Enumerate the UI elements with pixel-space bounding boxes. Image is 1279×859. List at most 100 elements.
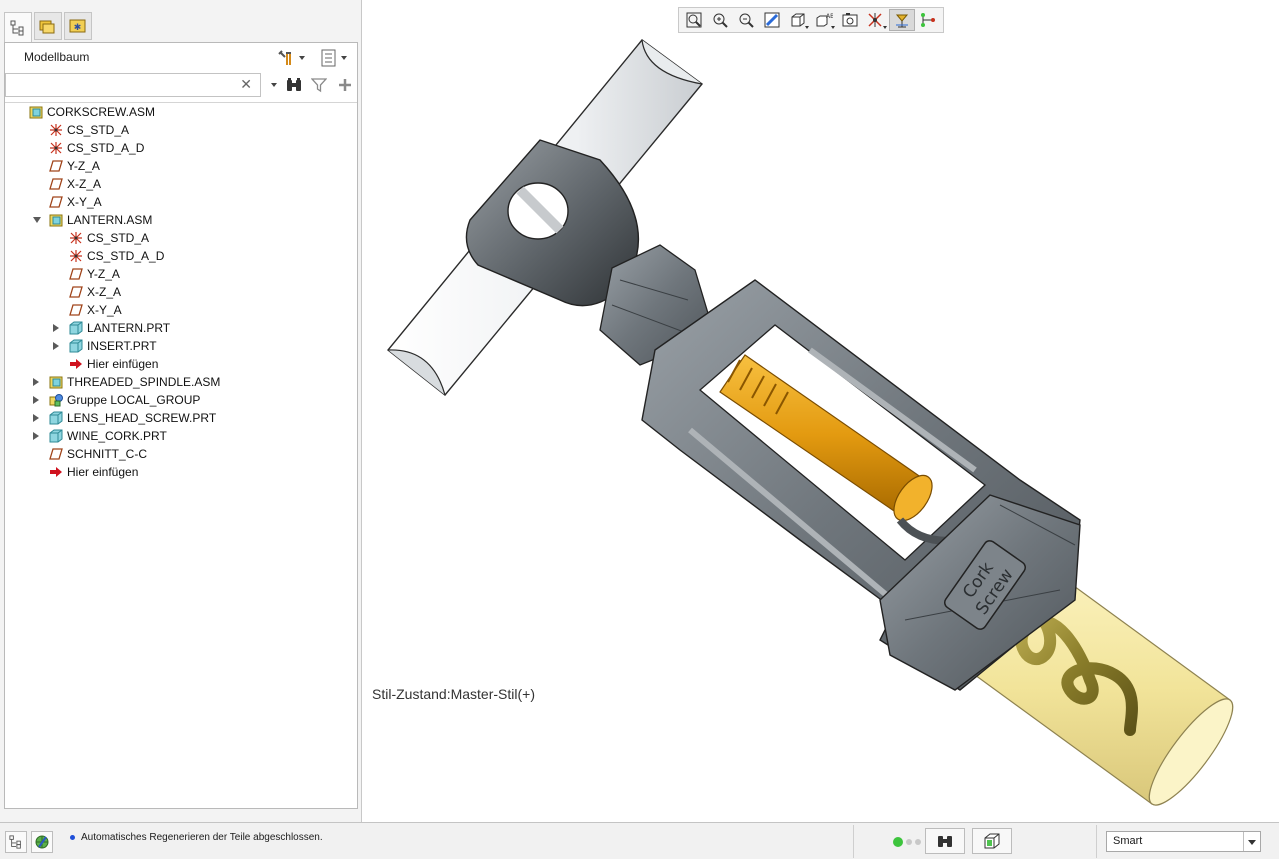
tree-item[interactable]: X-Y_A bbox=[5, 301, 357, 319]
tree-item-label: Gruppe LOCAL_GROUP bbox=[67, 393, 201, 407]
search-history-dropdown[interactable] bbox=[271, 83, 277, 87]
tree-item[interactable]: Y-Z_A bbox=[5, 265, 357, 283]
expand-arrow-icon[interactable] bbox=[33, 217, 41, 223]
collapse-arrow-icon[interactable] bbox=[33, 414, 39, 422]
chevron-down-icon bbox=[1243, 832, 1260, 851]
model-tree-list: CORKSCREW.ASM CS_STD_A CS_STD_A_D Y-Z_A X-Z_… bbox=[5, 103, 357, 481]
tree-item[interactable]: THREADED_SPINDLE.ASM bbox=[5, 373, 357, 391]
tree-item-label: CS_STD_A bbox=[67, 123, 130, 137]
datum-plane-icon bbox=[49, 159, 63, 173]
collapse-arrow-icon[interactable] bbox=[53, 342, 59, 350]
tree-item-label: INSERT.PRT bbox=[87, 339, 157, 353]
selection-filter-select[interactable]: Smart bbox=[1106, 831, 1261, 852]
select-box-icon bbox=[984, 833, 1000, 849]
assembly-icon bbox=[49, 375, 63, 389]
tree-item[interactable]: X-Z_A bbox=[5, 283, 357, 301]
view-manager-icon bbox=[842, 12, 858, 28]
tree-item[interactable]: CORKSCREW.ASM bbox=[5, 103, 357, 121]
toggle-browser-button[interactable] bbox=[31, 831, 53, 853]
tree-item[interactable]: Y-Z_A bbox=[5, 157, 357, 175]
tree-settings-button[interactable] bbox=[277, 48, 305, 68]
tree-show-button[interactable] bbox=[321, 48, 347, 68]
tree-item-label: X-Z_A bbox=[67, 177, 102, 191]
collapse-arrow-icon[interactable] bbox=[33, 378, 39, 386]
selection-filter-value: Smart bbox=[1113, 835, 1143, 847]
part-icon bbox=[69, 339, 83, 353]
binoculars-icon bbox=[287, 78, 301, 91]
tree-item[interactable]: Gruppe LOCAL_GROUP bbox=[5, 391, 357, 409]
tree-item[interactable]: LANTERN.ASM bbox=[5, 211, 357, 229]
tree-item[interactable]: X-Z_A bbox=[5, 175, 357, 193]
model-tree-tab-icon bbox=[10, 20, 24, 35]
datum-plane-icon bbox=[49, 177, 63, 191]
tree-item-label: Hier einfügen bbox=[67, 465, 139, 479]
view-manager-button[interactable] bbox=[837, 9, 863, 31]
tree-item-label: LANTERN.ASM bbox=[67, 213, 153, 227]
repaint-button[interactable] bbox=[759, 9, 785, 31]
style-state-label: Stil-Zustand:Master-Stil(+) bbox=[372, 686, 535, 702]
insert-here-icon bbox=[69, 357, 83, 371]
csys-icon bbox=[69, 249, 83, 263]
tree-item[interactable]: CS_STD_A bbox=[5, 121, 357, 139]
graphics-toolbar: AB bbox=[678, 7, 944, 33]
datum-display-button[interactable] bbox=[863, 9, 889, 31]
datum-plane-icon bbox=[69, 303, 83, 317]
tree-item-label: WINE_CORK.PRT bbox=[67, 429, 167, 443]
tree-item[interactable]: Hier einfügen bbox=[5, 355, 357, 373]
toggle-navigator-button[interactable] bbox=[5, 831, 27, 853]
find-status-button[interactable] bbox=[925, 828, 965, 854]
collapse-arrow-icon[interactable] bbox=[53, 324, 59, 332]
filter-button[interactable] bbox=[309, 76, 329, 94]
tree-search-input[interactable] bbox=[10, 75, 242, 97]
model-tree-title: Modellbaum bbox=[24, 50, 90, 64]
zoom-in-icon bbox=[712, 12, 728, 28]
tree-item[interactable]: Hier einfügen bbox=[5, 463, 357, 481]
collapse-arrow-icon[interactable] bbox=[33, 396, 39, 404]
refit-button[interactable] bbox=[681, 9, 707, 31]
navigator-toggle-icon bbox=[9, 835, 21, 849]
tree-item-label: CS_STD_A_D bbox=[67, 141, 145, 155]
tree-item[interactable]: LANTERN.PRT bbox=[5, 319, 357, 337]
info-bullet-icon bbox=[70, 835, 75, 840]
datum-plane-icon bbox=[69, 267, 83, 281]
assembly-icon bbox=[49, 213, 63, 227]
add-column-button[interactable] bbox=[335, 76, 355, 94]
tree-item-label: THREADED_SPINDLE.ASM bbox=[67, 375, 221, 389]
tree-item-label: Hier einfügen bbox=[87, 357, 159, 371]
collapse-arrow-icon[interactable] bbox=[33, 432, 39, 440]
zoom-out-button[interactable] bbox=[733, 9, 759, 31]
annotation-display-button[interactable] bbox=[915, 9, 941, 31]
spin-center-button[interactable] bbox=[889, 9, 915, 31]
refit-icon bbox=[686, 12, 702, 28]
tree-item[interactable]: CS_STD_A_D bbox=[5, 247, 357, 265]
tree-item-label: X-Z_A bbox=[87, 285, 122, 299]
tree-item-label: X-Y_A bbox=[67, 195, 102, 209]
zoom-in-button[interactable] bbox=[707, 9, 733, 31]
clear-search-icon[interactable]: ✕ bbox=[240, 76, 252, 93]
navigator-tabs: ✱ bbox=[4, 12, 94, 43]
tree-item[interactable]: CS_STD_A_D bbox=[5, 139, 357, 157]
graphics-window[interactable]: Cork Screw AB Stil-Zustand:Master-Stil(+… bbox=[362, 0, 1279, 822]
svg-text:AB: AB bbox=[826, 13, 833, 20]
assembly-icon bbox=[29, 105, 43, 119]
saved-orientations-button[interactable]: AB bbox=[811, 9, 837, 31]
display-style-button[interactable] bbox=[785, 9, 811, 31]
tab-model-tree[interactable] bbox=[4, 12, 32, 43]
tree-item[interactable]: SCHNITT_C-C bbox=[5, 445, 357, 463]
tab-favorites[interactable]: ✱ bbox=[64, 12, 92, 40]
tree-item[interactable]: X-Y_A bbox=[5, 193, 357, 211]
browser-globe-icon bbox=[35, 835, 49, 849]
tree-item[interactable]: CS_STD_A bbox=[5, 229, 357, 247]
tree-item[interactable]: INSERT.PRT bbox=[5, 337, 357, 355]
part-icon bbox=[49, 411, 63, 425]
tab-folder-browser[interactable] bbox=[34, 12, 62, 40]
tree-item[interactable]: WINE_CORK.PRT bbox=[5, 427, 357, 445]
find-button[interactable] bbox=[284, 76, 304, 94]
show-list-icon bbox=[321, 49, 336, 67]
tree-settings-icon bbox=[278, 50, 291, 65]
tree-item[interactable]: LENS_HEAD_SCREW.PRT bbox=[5, 409, 357, 427]
spin-center-icon bbox=[894, 12, 910, 28]
regeneration-status bbox=[893, 837, 921, 847]
part-icon bbox=[69, 321, 83, 335]
select-box-button[interactable] bbox=[972, 828, 1012, 854]
